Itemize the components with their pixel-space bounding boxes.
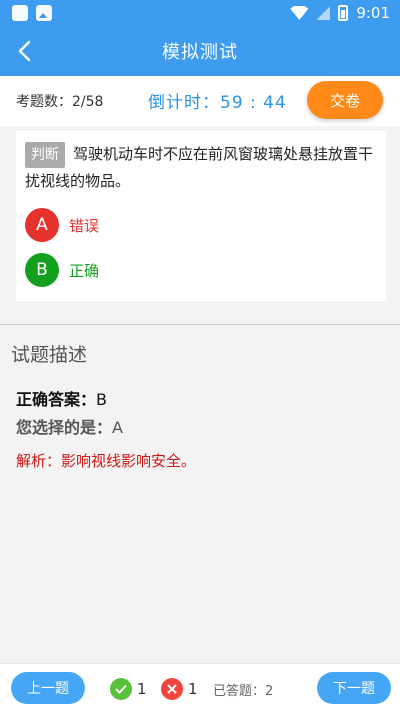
exam-info-bar: 考题数：2/58 倒计时：59 : 44 交卷 <box>0 76 400 126</box>
option-a-letter: A <box>25 208 59 242</box>
battery-icon <box>338 5 349 21</box>
answered-value: 2 <box>265 684 274 699</box>
correct-answer: 正确答案：B <box>16 386 107 410</box>
question-text: 判断 驾驶机动车时不应在前风窗玻璃处悬挂放置干扰视线的物品。 <box>25 141 381 194</box>
option-a-label: 错误 <box>69 216 100 235</box>
question-body: 驾驶机动车时不应在前风窗玻璃处悬挂放置干扰视线的物品。 <box>25 145 374 190</box>
wrong-count-value: 1 <box>188 680 198 698</box>
question-count-value: 2/58 <box>72 94 104 110</box>
answered-label: 已答题： <box>213 684 266 699</box>
bottom-toolbar: 上一题 1 1 已答题：2 下一题 <box>0 663 400 711</box>
correct-answer-value: B <box>96 390 107 409</box>
chosen-answer: 您选择的是：A <box>16 414 123 438</box>
explanation-text: 影响视线影响安全。 <box>61 452 197 470</box>
option-a[interactable]: A 错误 <box>25 208 99 242</box>
question-count-label: 考题数： <box>16 94 72 110</box>
chevron-left-icon <box>18 40 31 62</box>
correct-count: 1 <box>110 678 147 700</box>
chosen-answer-value: A <box>112 418 123 437</box>
countdown-value: 59 : 44 <box>220 93 287 113</box>
option-b-letter: B <box>25 253 59 287</box>
prev-question-button[interactable]: 上一题 <box>11 672 85 704</box>
check-icon <box>110 678 132 700</box>
answered-count: 已答题：2 <box>213 680 273 699</box>
countdown-label: 倒计时： <box>148 93 220 113</box>
back-button[interactable] <box>14 38 36 64</box>
explanation: 解析：影响视线影响安全。 <box>16 450 196 471</box>
description-title: 试题描述 <box>11 344 88 366</box>
question-card: 判断 驾驶机动车时不应在前风窗玻璃处悬挂放置干扰视线的物品。 A 错误 B 正确 <box>16 131 386 301</box>
wifi-icon <box>290 6 309 20</box>
correct-answer-label: 正确答案： <box>16 390 97 409</box>
section-divider <box>0 324 400 325</box>
question-count: 考题数：2/58 <box>16 91 103 111</box>
wrong-count: 1 <box>161 678 198 700</box>
nav-bar: 模拟测试 <box>0 26 400 76</box>
signal-icon <box>316 6 331 20</box>
option-b-label: 正确 <box>69 261 100 280</box>
countdown-timer: 倒计时：59 : 44 <box>148 88 287 113</box>
cross-icon <box>161 678 183 700</box>
submit-exam-button[interactable]: 交卷 <box>307 81 383 119</box>
next-question-button[interactable]: 下一题 <box>317 672 391 704</box>
chosen-answer-label: 您选择的是： <box>16 418 113 437</box>
option-b[interactable]: B 正确 <box>25 253 99 287</box>
app-header: 9:01 模拟测试 <box>0 0 400 76</box>
page-title: 模拟测试 <box>162 42 238 63</box>
gallery-icon <box>36 5 52 21</box>
status-time: 9:01 <box>356 4 390 22</box>
question-type-badge: 判断 <box>25 142 65 168</box>
explanation-label: 解析： <box>16 452 62 470</box>
correct-count-value: 1 <box>137 680 147 698</box>
status-bar: 9:01 <box>0 0 400 26</box>
notification-icon <box>12 5 28 21</box>
